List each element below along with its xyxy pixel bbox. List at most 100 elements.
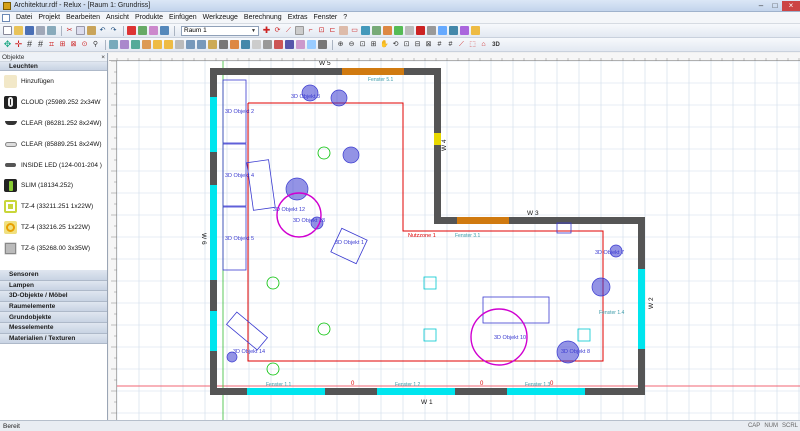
chair[interactable] — [342, 146, 360, 164]
measure-view-icon[interactable]: ⟋ — [457, 40, 466, 49]
layer-13-icon[interactable] — [241, 40, 250, 49]
catalog-icon[interactable] — [149, 26, 158, 35]
sensor-tool-icon[interactable] — [394, 26, 403, 35]
cut-icon[interactable]: ✂ — [65, 26, 74, 35]
window[interactable] — [638, 269, 645, 349]
render-icon[interactable]: ⌂ — [479, 40, 488, 49]
properties-icon[interactable] — [138, 26, 147, 35]
menu-fenster[interactable]: Fenster — [311, 14, 341, 21]
zoom-in-icon[interactable]: ⊕ — [336, 40, 345, 49]
door[interactable] — [342, 68, 404, 75]
wall-icon[interactable]: ⌐ — [306, 26, 315, 35]
snap-icon[interactable]: ✛ — [14, 40, 23, 49]
category-grundobjekte[interactable]: Grundobjekte — [0, 312, 107, 323]
info-icon[interactable] — [160, 26, 169, 35]
close-button[interactable]: × — [782, 0, 800, 11]
layer-3-icon[interactable] — [131, 40, 140, 49]
window[interactable] — [377, 388, 455, 395]
move-icon[interactable]: ✥ — [3, 40, 12, 49]
crosshair-icon[interactable]: ✚ — [262, 26, 271, 35]
layer-icon[interactable] — [109, 40, 118, 49]
menu-werkzeuge[interactable]: Werkzeuge — [200, 14, 241, 21]
menu-datei[interactable]: Datei — [13, 14, 35, 21]
grid-fine-icon[interactable]: # — [36, 40, 45, 49]
3d-view-icon[interactable]: 3D — [490, 40, 502, 49]
room-select[interactable]: Raum 1 ▼ — [181, 25, 259, 36]
result-icon[interactable] — [460, 26, 469, 35]
layer-12-icon[interactable] — [230, 40, 239, 49]
maximize-button[interactable]: □ — [768, 1, 782, 11]
window[interactable] — [210, 185, 217, 280]
blue-tool-icon[interactable] — [438, 26, 447, 35]
list-item[interactable]: CLOUD (25989.252 2x34W — [0, 92, 107, 113]
layer-16-icon[interactable] — [274, 40, 283, 49]
save-icon[interactable] — [25, 26, 34, 35]
square-luminaires[interactable] — [423, 276, 591, 342]
layer-6-icon[interactable] — [164, 40, 173, 49]
category-3d-objekte[interactable]: 3D-Objekte / Möbel — [0, 291, 107, 302]
square-luminaire[interactable] — [423, 328, 437, 342]
layer-7-icon[interactable] — [175, 40, 184, 49]
zoom-fit-icon[interactable]: ⊞ — [369, 40, 378, 49]
desks[interactable] — [225, 159, 572, 351]
door[interactable] — [457, 217, 509, 224]
category-messelemente[interactable]: Messelemente — [0, 322, 107, 334]
menu-bearbeiten[interactable]: Bearbeiten — [63, 14, 103, 21]
chair[interactable] — [591, 277, 611, 297]
layer-17-icon[interactable] — [285, 40, 294, 49]
layer-5-icon[interactable] — [153, 40, 162, 49]
list-item[interactable]: Hinzufügen — [0, 71, 107, 92]
menu-berechnung[interactable]: Berechnung — [241, 14, 285, 21]
report-icon[interactable] — [471, 26, 480, 35]
layer-2-icon[interactable] — [120, 40, 129, 49]
rotate-icon[interactable]: ⟳ — [273, 26, 282, 35]
floor-plan-canvas[interactable]: 0 0 0 W 5 W 4 W 3 W 2 W 1 W 6 Nutzzone 1… — [117, 61, 800, 420]
furniture-tool-icon[interactable] — [339, 26, 348, 35]
window[interactable] — [210, 97, 217, 152]
chair[interactable] — [285, 177, 309, 201]
view-front-icon[interactable]: ⊟ — [413, 40, 422, 49]
red-tool-icon[interactable] — [416, 26, 425, 35]
grid-tool-icon[interactable] — [405, 26, 414, 35]
use-zone[interactable] — [247, 102, 604, 362]
list-item[interactable]: TZ-4 (33216.25 1x22W) — [0, 217, 107, 238]
wireframe-icon[interactable]: ⬚ — [468, 40, 477, 49]
measure-icon[interactable]: ⟋ — [284, 26, 293, 35]
window-tool-icon[interactable]: ⊡ — [317, 26, 326, 35]
copy-icon[interactable] — [76, 26, 85, 35]
layer-11-icon[interactable] — [219, 40, 228, 49]
align-icon[interactable]: ⌗ — [47, 40, 56, 49]
panel-close-icon[interactable]: × — [101, 54, 105, 61]
square-luminaire[interactable] — [577, 328, 591, 342]
calculate-icon[interactable] — [449, 26, 458, 35]
layer-18-icon[interactable] — [296, 40, 305, 49]
category-lampen[interactable]: Lampen — [0, 280, 107, 292]
refresh-icon[interactable]: ⟲ — [391, 40, 400, 49]
open-folder-icon[interactable] — [14, 26, 23, 35]
print-icon[interactable] — [36, 26, 45, 35]
door-tool-icon[interactable]: ⊏ — [328, 26, 337, 35]
field-tool-icon[interactable] — [372, 26, 381, 35]
menu-extras[interactable]: Extras — [285, 14, 311, 21]
list-item[interactable]: TZ-6 (35268.00 3x35W) — [0, 238, 107, 259]
view-top-icon[interactable]: ⊡ — [402, 40, 411, 49]
layer-19-icon[interactable] — [307, 40, 316, 49]
category-raumelemente[interactable]: Raumelemente — [0, 301, 107, 313]
doors[interactable] — [342, 68, 509, 224]
layer-10-icon[interactable] — [208, 40, 217, 49]
layer-8-icon[interactable] — [186, 40, 195, 49]
layer-9-icon[interactable] — [197, 40, 206, 49]
zoom-window-icon[interactable]: ⊡ — [358, 40, 367, 49]
menu-projekt[interactable]: Projekt — [35, 14, 63, 21]
layer-20-icon[interactable] — [318, 40, 327, 49]
window[interactable] — [210, 311, 217, 351]
calc-points-icon[interactable] — [383, 26, 392, 35]
print-preview-icon[interactable] — [47, 26, 56, 35]
grid-icon[interactable]: # — [25, 40, 34, 49]
window[interactable] — [247, 388, 325, 395]
category-leuchten[interactable]: Leuchten — [0, 62, 107, 71]
list-item[interactable]: SLIM (18134.252) — [0, 175, 107, 196]
delete-icon[interactable] — [127, 26, 136, 35]
menu-einfuegen[interactable]: Einfügen — [166, 14, 200, 21]
category-sensoren[interactable]: Sensoren — [0, 270, 107, 281]
